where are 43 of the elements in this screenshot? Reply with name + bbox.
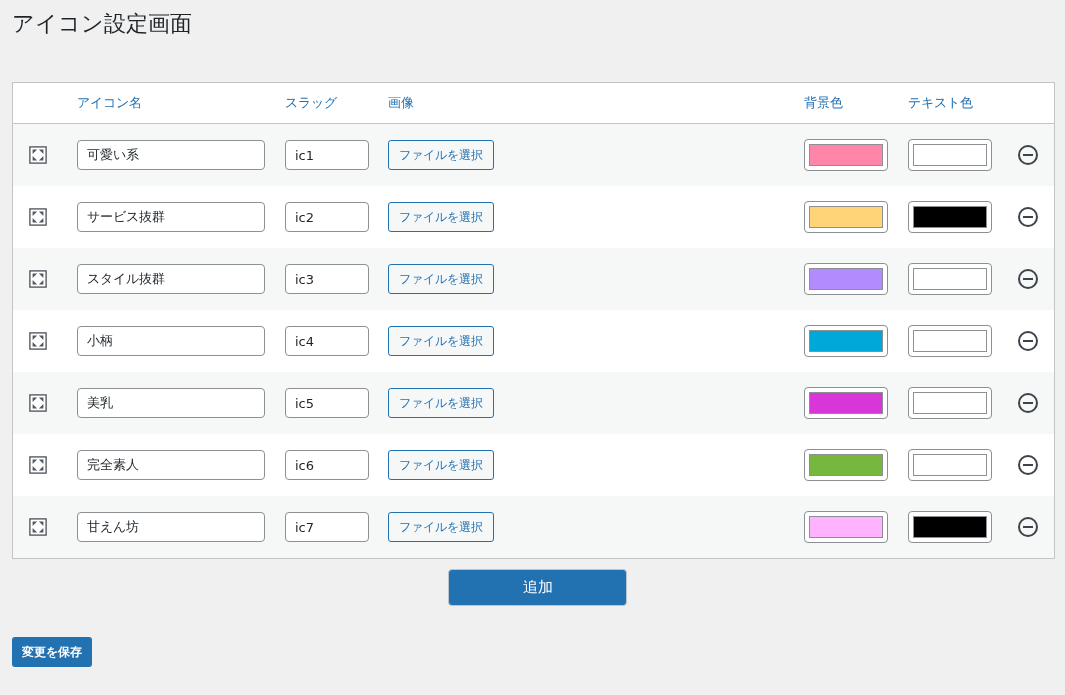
choose-file-button[interactable]: ファイルを選択 <box>388 140 494 170</box>
remove-icon[interactable] <box>1017 392 1039 414</box>
add-button[interactable]: 追加 <box>448 569 627 606</box>
drag-handle-icon[interactable] <box>29 517 47 537</box>
icon-name-field[interactable]: サービス抜群 <box>77 202 265 232</box>
icon-name-field[interactable]: 甘えん坊 <box>77 512 265 542</box>
remove-icon[interactable] <box>1017 206 1039 228</box>
choose-file-button[interactable]: ファイルを選択 <box>388 450 494 480</box>
remove-icon[interactable] <box>1017 268 1039 290</box>
column-header: 背景色 <box>804 94 844 112</box>
slug-field[interactable]: ic7 <box>285 512 369 542</box>
icon-name-field[interactable]: 美乳 <box>77 388 265 418</box>
save-changes-button[interactable]: 変更を保存 <box>12 637 92 667</box>
slug-field[interactable]: ic2 <box>285 202 369 232</box>
drag-handle-icon[interactable] <box>29 331 47 351</box>
remove-icon[interactable] <box>1017 144 1039 166</box>
slug-field[interactable]: ic3 <box>285 264 369 294</box>
drag-handle-icon[interactable] <box>29 269 47 289</box>
column-header: スラッグ <box>285 94 338 112</box>
remove-icon[interactable] <box>1017 330 1039 352</box>
column-header: テキスト色 <box>908 94 974 112</box>
column-header: アイコン名 <box>77 94 143 112</box>
remove-icon[interactable] <box>1017 516 1039 538</box>
choose-file-button[interactable]: ファイルを選択 <box>388 326 494 356</box>
slug-field[interactable]: ic6 <box>285 450 369 480</box>
choose-file-button[interactable]: ファイルを選択 <box>388 264 494 294</box>
choose-file-button[interactable]: ファイルを選択 <box>388 202 494 232</box>
drag-handle-icon[interactable] <box>29 145 47 165</box>
icon-name-field[interactable]: 小柄 <box>77 326 265 356</box>
slug-field[interactable]: ic5 <box>285 388 369 418</box>
slug-field[interactable]: ic4 <box>285 326 369 356</box>
icon-name-field[interactable]: スタイル抜群 <box>77 264 265 294</box>
drag-handle-icon[interactable] <box>29 207 47 227</box>
remove-icon[interactable] <box>1017 454 1039 476</box>
column-header: 画像 <box>388 94 415 112</box>
choose-file-button[interactable]: ファイルを選択 <box>388 512 494 542</box>
icon-name-field[interactable]: 完全素人 <box>77 450 265 480</box>
page-title: アイコン設定画面 <box>12 10 193 38</box>
slug-field[interactable]: ic1 <box>285 140 369 170</box>
icon-name-field[interactable]: 可愛い系 <box>77 140 265 170</box>
drag-handle-icon[interactable] <box>29 455 47 475</box>
drag-handle-icon[interactable] <box>29 393 47 413</box>
choose-file-button[interactable]: ファイルを選択 <box>388 388 494 418</box>
